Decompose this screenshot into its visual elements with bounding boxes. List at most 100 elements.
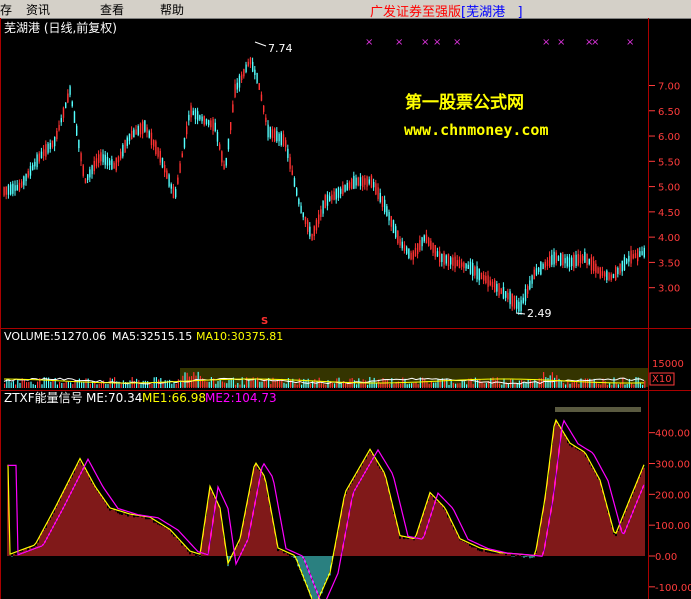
candle-body bbox=[293, 178, 296, 187]
candle-body bbox=[183, 138, 186, 148]
candle-body bbox=[210, 120, 212, 128]
volume-bar bbox=[56, 384, 58, 388]
volume-bar bbox=[290, 379, 292, 388]
menu-item-help[interactable]: 帮助 bbox=[160, 1, 184, 18]
candle-body bbox=[619, 263, 621, 274]
volume-bar bbox=[428, 383, 430, 388]
volume-bar bbox=[611, 384, 613, 388]
candle-body bbox=[232, 104, 234, 113]
volume-bar bbox=[122, 380, 124, 388]
candle-body bbox=[403, 244, 406, 251]
candle-body bbox=[612, 273, 615, 279]
candle-body bbox=[208, 120, 210, 126]
stock-chart[interactable]: 芜湖港 (日线,前复权) 7.00 6.50 6.00 5.50 5.00 4.50 4.0… bbox=[0, 18, 691, 599]
candle-body bbox=[201, 116, 203, 122]
candle-body bbox=[221, 151, 223, 163]
volume-bar bbox=[408, 383, 410, 388]
candle-body bbox=[205, 119, 208, 124]
volume-unit-label: X10 bbox=[652, 374, 672, 385]
candle-body bbox=[236, 82, 238, 90]
candle-body bbox=[58, 125, 60, 131]
candle-body bbox=[386, 206, 388, 216]
volume-bar bbox=[617, 384, 619, 388]
signal-marker: × bbox=[542, 37, 550, 48]
candle-body bbox=[216, 132, 219, 142]
signal-s-label: S bbox=[261, 316, 268, 327]
candle-body bbox=[392, 220, 395, 234]
candle-body bbox=[157, 147, 159, 157]
candle-body bbox=[397, 230, 399, 244]
candle-body bbox=[21, 181, 23, 187]
candle-body bbox=[322, 200, 324, 214]
low-price-label: 2.49 bbox=[527, 307, 552, 320]
indicator-me: ME:70.34 bbox=[86, 391, 142, 405]
candle-body bbox=[441, 253, 443, 262]
volume-bar bbox=[598, 383, 600, 388]
candle-body bbox=[168, 174, 170, 187]
candle-body bbox=[304, 216, 307, 224]
candle-body bbox=[577, 253, 579, 266]
volume-bar bbox=[206, 381, 208, 388]
candle-body bbox=[38, 153, 40, 162]
volume-bar bbox=[386, 380, 388, 388]
volume-bar bbox=[301, 384, 303, 388]
volume-bar bbox=[633, 384, 635, 388]
volume-bar bbox=[320, 383, 322, 388]
volume-bar bbox=[210, 377, 212, 388]
volume-bar bbox=[430, 380, 432, 388]
candle-body bbox=[190, 105, 192, 118]
candle-body bbox=[296, 188, 298, 196]
volume-bar bbox=[494, 380, 496, 388]
candle-body bbox=[199, 115, 201, 120]
volume-bar bbox=[184, 372, 186, 388]
candle-body bbox=[313, 226, 315, 237]
candle-body bbox=[329, 196, 331, 202]
candle-body bbox=[212, 118, 214, 131]
candle-body bbox=[584, 252, 586, 263]
candle-body bbox=[227, 138, 230, 150]
candle-body bbox=[252, 61, 254, 72]
candle-body bbox=[359, 177, 362, 186]
candle-body bbox=[315, 219, 318, 231]
menu-item-news[interactable]: 资讯 bbox=[26, 1, 50, 18]
volume-bar bbox=[89, 383, 91, 388]
candle-body bbox=[546, 260, 549, 267]
volume-bar bbox=[30, 381, 32, 388]
menu-item-view[interactable]: 查看 bbox=[100, 1, 124, 18]
candle-body bbox=[487, 275, 489, 287]
volume-bar bbox=[259, 381, 261, 388]
volume-bar bbox=[567, 380, 569, 388]
menu-item-trade[interactable]: 存 bbox=[0, 1, 12, 18]
volume-bar bbox=[63, 382, 65, 388]
candle-body bbox=[553, 251, 555, 265]
candle-body bbox=[491, 281, 494, 288]
volume-bar bbox=[562, 382, 564, 388]
candle-body bbox=[500, 288, 502, 294]
candle-body bbox=[197, 111, 199, 121]
volume-bar bbox=[10, 382, 12, 388]
candle-body bbox=[381, 196, 384, 207]
candle-body bbox=[276, 131, 278, 142]
volume-bar bbox=[265, 380, 267, 388]
volume-bar bbox=[85, 378, 87, 388]
volume-legend: VOLUME:51270.06 MA5:32515.15 MA10:30375.… bbox=[4, 330, 283, 343]
candle-body bbox=[172, 186, 175, 199]
candle-body bbox=[69, 86, 71, 95]
candle-body bbox=[425, 234, 428, 244]
candle-body bbox=[421, 237, 423, 247]
candle-body bbox=[80, 153, 82, 162]
candle-body bbox=[148, 131, 150, 138]
candle-body bbox=[630, 250, 632, 264]
volume-bar bbox=[12, 381, 14, 388]
candle-body bbox=[434, 245, 436, 257]
indicator-tick-label: 300.00 bbox=[655, 460, 690, 471]
candle-body bbox=[595, 263, 597, 273]
volume-bar bbox=[446, 378, 448, 388]
signal-marker: × bbox=[453, 37, 461, 48]
volume-bar bbox=[472, 383, 474, 388]
volume-bar bbox=[254, 378, 256, 388]
candle-body bbox=[357, 177, 359, 186]
candle-body bbox=[120, 151, 122, 159]
signal-marker: × bbox=[591, 37, 599, 48]
candle-body bbox=[637, 248, 639, 262]
